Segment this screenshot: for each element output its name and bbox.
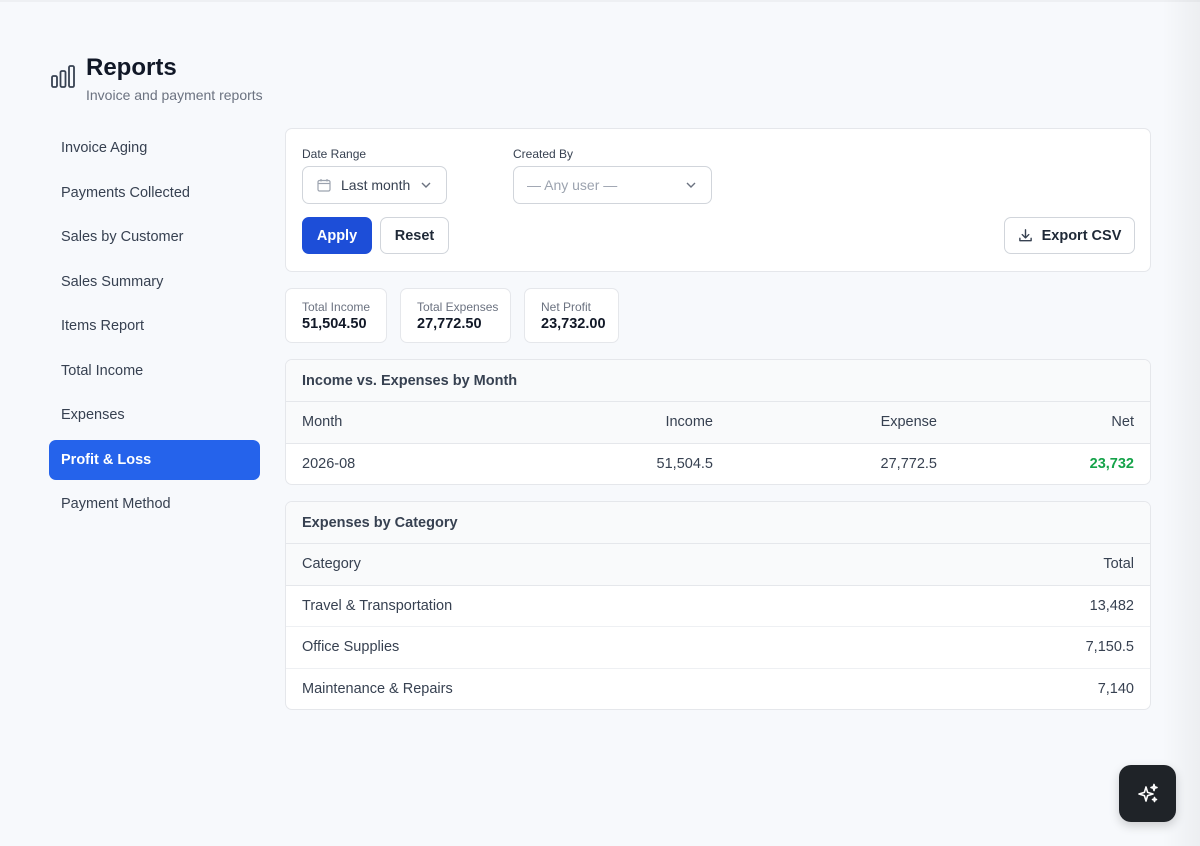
cell-expense: 27,772.5 <box>880 456 937 473</box>
table-title: Income vs. Expenses by Month <box>286 360 1150 402</box>
date-range-value: Last month <box>341 177 411 193</box>
page-title: Reports <box>86 54 177 81</box>
cell-month: 2026-08 <box>302 456 356 473</box>
date-range-label: Date Range <box>302 147 367 161</box>
export-csv-button[interactable]: Export CSV <box>1004 217 1135 254</box>
stat-value: 27,772.50 <box>417 316 482 332</box>
sidebar-item-label: Items Report <box>61 318 144 334</box>
sidebar-item-sales-summary[interactable]: Sales Summary <box>49 262 260 302</box>
stat-total-expenses: Total Expenses 27,772.50 <box>400 288 511 343</box>
top-divider <box>0 0 1200 2</box>
bar-chart-icon <box>51 65 75 88</box>
ai-assistant-button[interactable] <box>1119 765 1176 822</box>
calendar-icon <box>317 179 331 192</box>
created-by-select[interactable]: — Any user — <box>513 166 712 204</box>
page-subtitle: Invoice and payment reports <box>86 87 263 103</box>
income-expenses-table: Income vs. Expenses by Month Month Incom… <box>285 359 1151 485</box>
sidebar-item-label: Payment Method <box>61 496 171 512</box>
sidebar-item-label: Payments Collected <box>61 184 190 201</box>
export-csv-label: Export CSV <box>1041 227 1122 244</box>
cell-total: 7,140 <box>1097 681 1134 698</box>
sidebar-item-items-report[interactable]: Items Report <box>49 306 260 346</box>
sidebar-item-label: Invoice Aging <box>61 140 148 156</box>
cell-income: 51,504.5 <box>656 456 713 473</box>
table-row: 2026-08 51,504.5 27,772.5 23,732 <box>286 444 1150 485</box>
sparkles-icon <box>1137 783 1158 802</box>
scroll-shadow <box>1162 0 1200 846</box>
date-range-select[interactable]: Last month <box>302 166 447 204</box>
sidebar-item-label: Sales by Customer <box>61 229 184 245</box>
column-header-income: Income <box>665 414 713 431</box>
sidebar-item-label: Profit & Loss <box>61 451 152 468</box>
report-sidebar: Invoice Aging Payments Collected Sales b… <box>49 128 260 529</box>
stat-total-income: Total Income 51,504.50 <box>285 288 387 343</box>
sidebar-item-total-income[interactable]: Total Income <box>49 351 260 391</box>
table-row: Travel & Transportation 13,482 <box>286 586 1150 627</box>
cell-category: Maintenance & Repairs <box>302 681 453 698</box>
column-header-total: Total <box>1103 556 1134 573</box>
stat-net-profit: Net Profit 23,732.00 <box>524 288 619 343</box>
sidebar-item-label: Total Income <box>61 362 144 379</box>
table-row: Maintenance & Repairs 7,140 <box>286 669 1150 710</box>
table-title: Expenses by Category <box>286 502 1150 544</box>
table-header-row: Category Total <box>286 544 1150 586</box>
stat-label: Net Profit <box>541 300 592 314</box>
sidebar-item-invoice-aging[interactable]: Invoice Aging <box>49 128 260 168</box>
created-by-label: Created By <box>513 147 574 161</box>
reports-page: Reports Invoice and payment reports Invo… <box>0 0 1200 846</box>
sidebar-item-payment-method[interactable]: Payment Method <box>49 484 260 524</box>
column-header-expense: Expense <box>880 414 937 431</box>
chevron-down-icon <box>686 182 696 188</box>
cell-category: Office Supplies <box>302 639 400 656</box>
expenses-by-category-table: Expenses by Category Category Total Trav… <box>285 501 1151 710</box>
table-row: Office Supplies 7,150.5 <box>286 627 1150 669</box>
cell-total: 7,150.5 <box>1085 639 1134 656</box>
download-icon <box>1018 229 1032 242</box>
column-header-category: Category <box>302 556 361 573</box>
filter-panel: Date Range Last month Created By — Any u… <box>285 128 1151 272</box>
cell-net: 23,732 <box>1089 456 1134 473</box>
sidebar-item-label: Expenses <box>61 407 125 423</box>
table-header-row: Month Income Expense Net <box>286 402 1150 444</box>
stat-label: Total Expenses <box>417 300 499 314</box>
cell-total: 13,482 <box>1089 597 1134 614</box>
stat-value: 51,504.50 <box>302 316 367 332</box>
sidebar-item-profit-loss[interactable]: Profit & Loss <box>49 439 260 480</box>
page-header: Reports Invoice and payment reports <box>50 55 263 103</box>
sidebar-item-payments-collected[interactable]: Payments Collected <box>49 173 260 213</box>
column-header-month: Month <box>302 414 343 431</box>
sidebar-item-label: Sales Summary <box>61 273 164 290</box>
created-by-placeholder: — Any user — <box>527 177 618 193</box>
stat-value: 23,732.00 <box>541 316 606 332</box>
column-header-net: Net <box>1111 414 1134 431</box>
chevron-down-icon <box>421 182 431 188</box>
apply-button[interactable]: Apply <box>302 217 372 254</box>
cell-category: Travel & Transportation <box>302 597 453 614</box>
sidebar-item-sales-by-customer[interactable]: Sales by Customer <box>49 217 260 257</box>
reset-button[interactable]: Reset <box>380 217 449 254</box>
stat-label: Total Income <box>302 300 371 314</box>
sidebar-item-expenses[interactable]: Expenses <box>49 395 260 435</box>
